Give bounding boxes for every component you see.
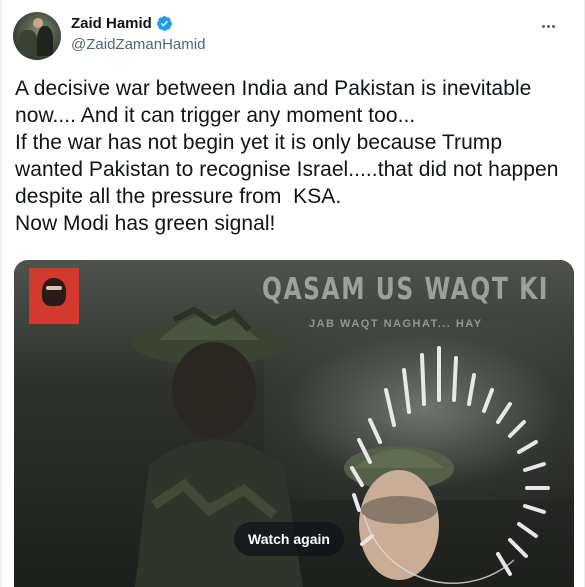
video-overlay-subtitle: JAB WAQT NAGHAT... HAY: [309, 318, 483, 330]
tweet-video[interactable]: QASAM US WAQT KI JAB WAQT NAGHAT... HAY: [14, 260, 574, 587]
watch-again-button[interactable]: Watch again: [234, 522, 344, 556]
verified-badge-icon: [156, 16, 172, 31]
author-name-row[interactable]: Zaid Hamid: [71, 15, 173, 32]
tweet-text: A decisive war between India and Pakista…: [15, 77, 559, 235]
video-overlay-title: QASAM US WAQT KI: [262, 272, 550, 307]
more-options-icon[interactable]: [535, 16, 561, 36]
channel-logo: [29, 268, 79, 324]
tweet-header: Zaid Hamid @ZaidZamanHamid: [13, 12, 573, 62]
author-display-name[interactable]: Zaid Hamid: [71, 15, 152, 32]
audio-visualizer-ring: [350, 346, 550, 584]
author-handle[interactable]: @ZaidZamanHamid: [71, 36, 205, 53]
tweet-card: Zaid Hamid @ZaidZamanHamid A decisive wa…: [0, 0, 585, 587]
avatar[interactable]: [13, 12, 61, 60]
